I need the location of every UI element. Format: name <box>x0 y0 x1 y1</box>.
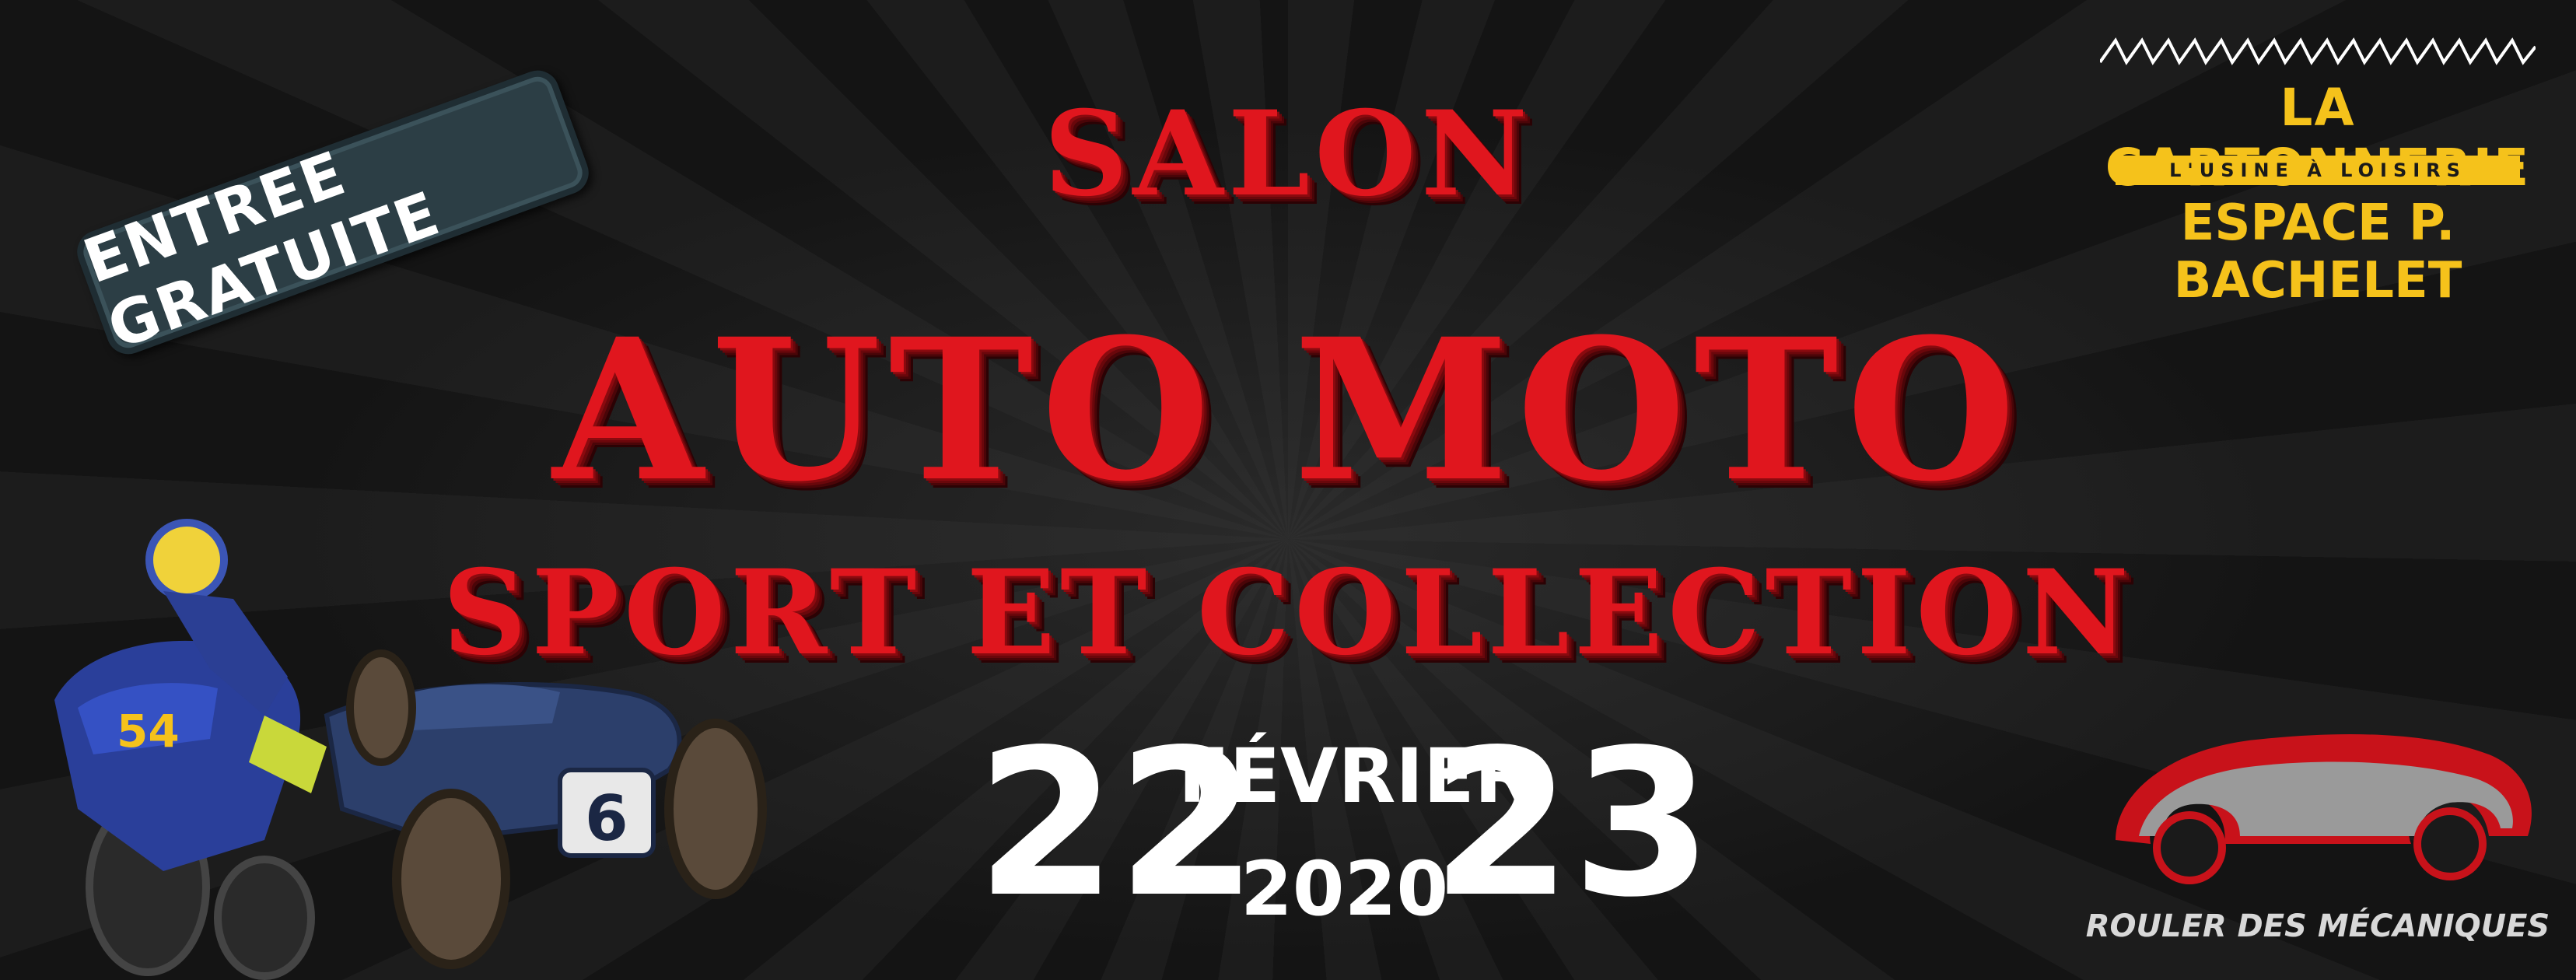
racing-vehicles-illustration: 54 6 <box>54 519 767 980</box>
poster-background: ENTREE GRATUITE SALON AUTO MOTO SPORT ET… <box>0 0 2576 980</box>
venue-tagline: L'USINE À LOISIRS <box>2116 156 2520 185</box>
car-number: 6 <box>585 782 628 855</box>
date-day-end: 23 <box>1431 707 1713 942</box>
vintage-race-car-icon: 6 <box>324 649 767 969</box>
date-year: 2020 <box>1241 845 1449 933</box>
title-auto-moto: AUTO MOTO <box>552 296 2024 524</box>
car-silhouette-icon <box>2116 734 2532 884</box>
venue-place: ESPACE P. BACHELET <box>2173 194 2462 310</box>
organizer-name: ROULER DES MÉCANIQUES <box>2085 908 2550 944</box>
venue-logo: LA CARTONNERIE L'USINE À LOISIRS ESPACE … <box>2100 31 2536 310</box>
organizer-logo: ROULER DES MÉCANIQUES <box>2084 700 2551 957</box>
motorcycle-icon: 54 <box>54 519 327 980</box>
moto-number: 54 <box>117 705 180 758</box>
zigzag-icon <box>2100 37 2536 65</box>
